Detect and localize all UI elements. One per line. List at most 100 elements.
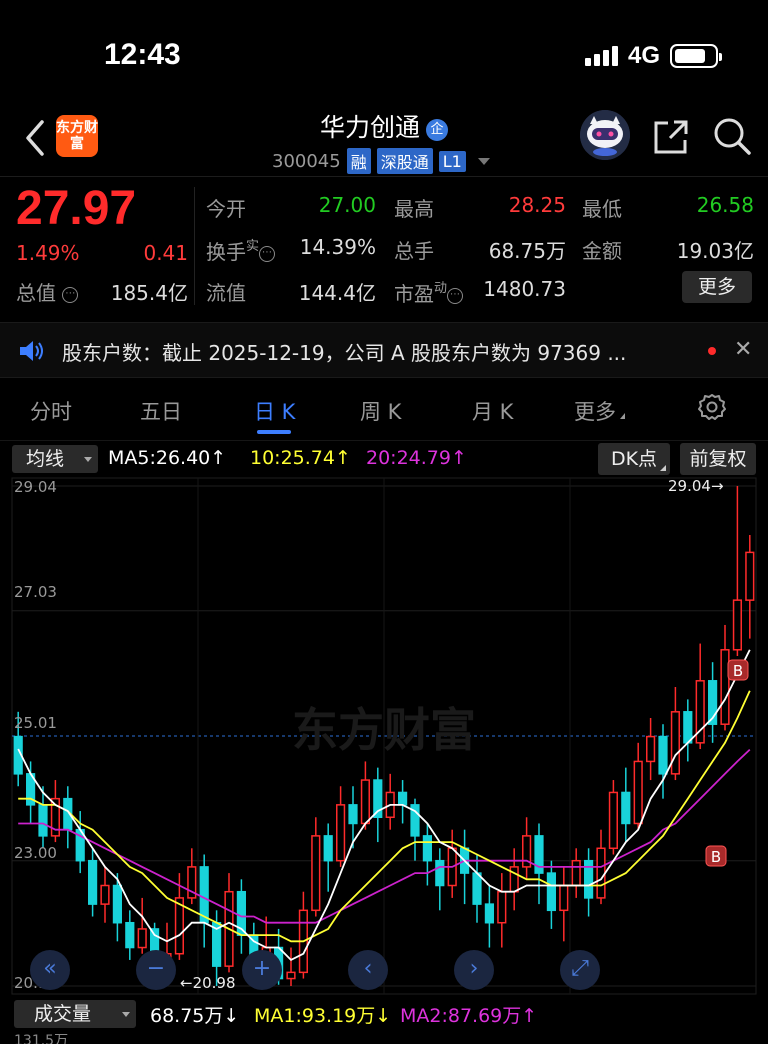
buy-marker-upper: B (727, 659, 749, 681)
zoom-out-icon[interactable]: − (136, 950, 176, 990)
candle-down (112, 884, 122, 924)
active-tab-indicator (257, 430, 291, 434)
y-tick-3: 25.01 (14, 714, 57, 732)
ma-legend-bar: 均线 MA5:26.40↑ 10:25.74↑ 20:24.79↑ DK点 前复… (0, 440, 768, 476)
volume-legend: 68.75万↓ (150, 1005, 240, 1027)
fullscreen-icon[interactable]: ⤢ (560, 950, 600, 990)
info-icon: ⋯ (62, 287, 79, 303)
candle-up (596, 847, 606, 899)
volume-indicator-select[interactable]: 成交量 (14, 1000, 136, 1028)
candle-up (745, 551, 755, 601)
candle-up (559, 884, 569, 912)
status-bar: 12:43 4G (0, 0, 768, 100)
more-button[interactable]: 更多 (682, 271, 752, 303)
corner-triangle-icon (620, 413, 625, 419)
candle-down (658, 735, 668, 775)
candle-down (348, 804, 358, 825)
open-value: 27.00 (318, 193, 376, 217)
network-label: 4G (627, 42, 660, 69)
amount-value: 19.03亿 (676, 239, 754, 263)
stock-subtitle[interactable]: 300045 融 深股通 L1 (272, 148, 490, 174)
tab-month-k[interactable]: 月 K (472, 396, 513, 426)
volume-value: 68.75万 (488, 239, 566, 263)
candle-down (398, 791, 408, 806)
candle-up (137, 928, 147, 949)
min-price-marker: ←20.98 (180, 974, 236, 992)
speaker-icon (20, 341, 43, 361)
notice-bar[interactable]: 股东户数：截止 2025-12-19，公司 A 股股东户数为 97369 ...… (0, 322, 768, 378)
assistant-robot-icon[interactable] (580, 110, 630, 160)
pe-label: 市盈动 ⋯ (394, 277, 464, 307)
fast-back-icon[interactable]: « (30, 950, 70, 990)
quote-panel: 27.97 1.49% 0.41 总值 ⋯ 185.4亿 今开 27.00 最高… (0, 176, 768, 321)
stock-name: 华力创通 (319, 113, 420, 142)
adjust-button[interactable]: 前复权 (680, 443, 756, 475)
signal-icon (584, 46, 618, 66)
close-icon[interactable]: ✕ (734, 337, 752, 362)
ma20-legend: 20:24.79↑ (366, 447, 467, 469)
info-icon: ⋯ (447, 288, 464, 304)
candle-up (571, 859, 581, 887)
change-percent: 1.49% (16, 241, 80, 265)
candle-down (88, 859, 98, 905)
tab-day-k[interactable]: 日 K (254, 396, 295, 426)
tab-week-k[interactable]: 周 K (360, 396, 401, 426)
total-value-label: 总值 ⋯ (16, 277, 79, 306)
pe-value: 1480.73 (483, 277, 566, 301)
candle-down (125, 921, 135, 949)
tab-more[interactable]: 更多 (574, 396, 625, 426)
low-value: 26.58 (696, 193, 754, 217)
ma10-legend: 10:25.74↑ (250, 447, 351, 469)
indicator-select[interactable]: 均线 (12, 445, 98, 473)
candle-down (484, 903, 494, 924)
volume-axis-top: 131.5万 (14, 1033, 69, 1044)
tag-l1: L1 (438, 150, 466, 172)
search-icon[interactable] (712, 116, 752, 156)
candle-down (472, 872, 482, 905)
svg-text:B: B (711, 848, 721, 866)
step-forward-icon[interactable]: › (454, 950, 494, 990)
candle-up (646, 735, 656, 763)
candle-up (633, 760, 643, 825)
candle-up (286, 971, 296, 980)
candle-up (670, 711, 680, 775)
kline-chart[interactable]: 东方财富 29.04 27.03 25.01 23.00 20.98 29.04… (0, 476, 768, 996)
tag-shengutong: 深股通 (376, 148, 433, 174)
candle-up (720, 649, 730, 725)
change-amount: 0.41 (143, 241, 188, 265)
ma5-legend: MA5:26.40↑ (108, 447, 227, 469)
open-label: 今开 (206, 197, 246, 221)
chevron-down-icon[interactable] (477, 157, 490, 165)
divider (194, 187, 195, 305)
zoom-in-icon[interactable]: + (242, 950, 282, 990)
dk-point-button[interactable]: DK点 (598, 443, 670, 475)
turnover-value: 14.39% (299, 235, 376, 259)
candle-down (683, 711, 693, 744)
step-back-icon[interactable]: ‹ (348, 950, 388, 990)
tab-five-day[interactable]: 五日 (140, 396, 182, 426)
candle-up (732, 599, 742, 651)
low-label: 最低 (582, 197, 622, 221)
candle-up (100, 884, 110, 905)
unread-dot (708, 347, 716, 355)
candle-down (38, 804, 48, 837)
candle-up (497, 890, 507, 924)
last-price: 27.97 (16, 182, 137, 235)
battery-icon (670, 44, 722, 68)
tab-intraday[interactable]: 分时 (30, 396, 72, 426)
share-icon[interactable] (652, 118, 690, 156)
buy-marker-lower: B (705, 845, 727, 867)
max-price-marker: 29.04→ (668, 477, 724, 495)
high-value: 28.25 (508, 193, 566, 217)
candle-down (621, 791, 631, 825)
candle-down (435, 859, 445, 887)
status-time: 12:43 (104, 38, 181, 71)
candle-up (360, 779, 370, 825)
status-indicators: 4G (584, 42, 722, 70)
qi-badge: 企 (426, 119, 448, 141)
total-value: 185.4亿 (110, 281, 188, 305)
period-tabs: 分时 五日 日 K 周 K 月 K 更多 (0, 380, 768, 440)
float-label: 流值 (206, 281, 246, 305)
vol-ma2-legend: MA2:87.69万↑ (400, 1005, 538, 1027)
gear-icon[interactable] (698, 393, 726, 421)
